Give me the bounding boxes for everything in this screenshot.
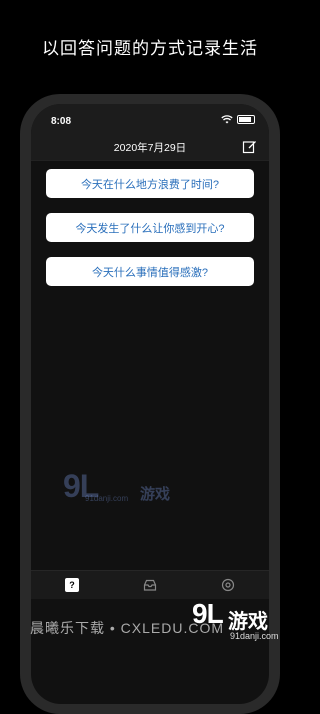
inbox-icon[interactable] — [143, 578, 157, 592]
watermark-url: 91danji.com — [85, 494, 129, 503]
question-icon: ? — [69, 580, 75, 590]
battery-icon — [237, 115, 255, 124]
question-button-3[interactable]: 今天什么事情值得感激? — [46, 257, 254, 286]
question-list: 今天在什么地方浪费了时间? 今天发生了什么让你感到开心? 今天什么事情值得感激? — [31, 161, 269, 570]
corner-brand-logo: 9L — [192, 598, 224, 629]
wifi-icon — [221, 115, 233, 124]
settings-icon[interactable] — [221, 578, 235, 592]
question-button-2[interactable]: 今天发生了什么让你感到开心? — [46, 213, 254, 242]
nav-title-date: 2020年7月29日 — [113, 142, 187, 154]
corner-brand-name: 游戏 — [228, 611, 268, 633]
tab-question[interactable]: ? — [65, 578, 79, 592]
watermark-name: 游戏 — [140, 486, 171, 503]
corner-brand-url: 91danji.com — [230, 631, 279, 641]
promo-headline: 以回答问题的方式记录生活 — [42, 39, 258, 58]
status-icons — [221, 115, 255, 124]
compose-icon[interactable] — [242, 139, 257, 154]
status-bar: 8:08 — [31, 104, 269, 134]
nav-bar: 2020年7月29日 — [31, 134, 269, 161]
tab-bar: ? — [31, 570, 269, 599]
status-time: 8:08 — [51, 116, 72, 127]
question-button-1[interactable]: 今天在什么地方浪费了时间? — [46, 169, 254, 198]
